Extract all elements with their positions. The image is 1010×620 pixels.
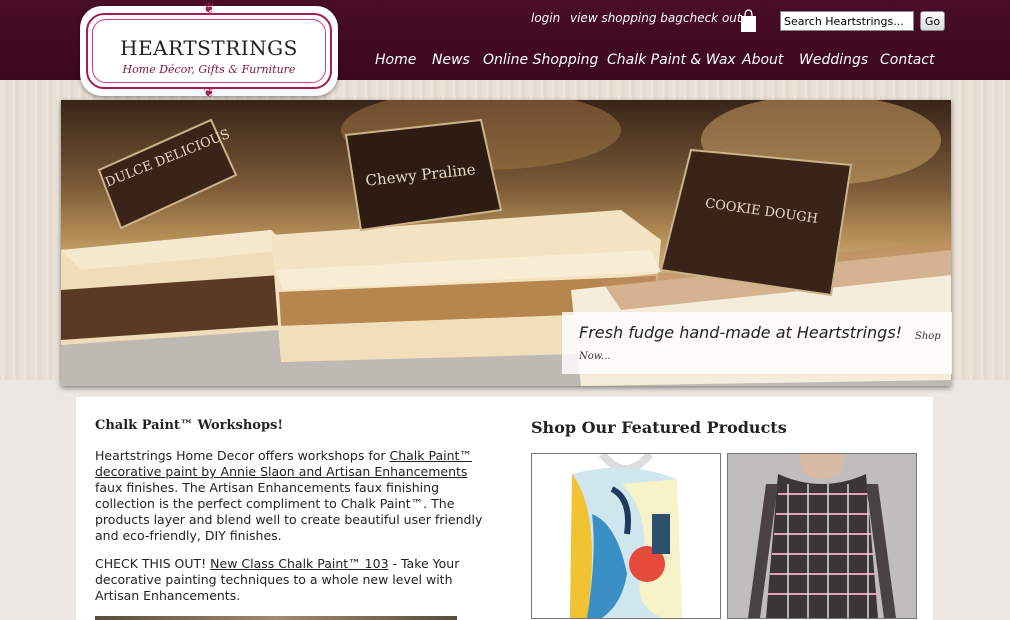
- search-input[interactable]: [780, 11, 914, 31]
- logo-ornament-bottom-icon: ❦: [203, 85, 215, 101]
- nav-news[interactable]: News: [432, 52, 470, 68]
- nav-chalk-paint-wax[interactable]: Chalk Paint & Wax: [607, 52, 736, 68]
- nav-contact[interactable]: Contact: [880, 52, 934, 68]
- nav-about[interactable]: About: [742, 52, 783, 68]
- logo-subtitle: Home Décor, Gifts & Furniture: [122, 63, 296, 76]
- check-out-link[interactable]: check out: [683, 11, 742, 25]
- view-shopping-bag-link[interactable]: view shopping bag: [570, 11, 683, 25]
- nav-home[interactable]: Home: [375, 52, 416, 68]
- sign-cookie-dough: COOKIE DOUGH: [659, 148, 853, 297]
- workshop-image: [95, 616, 457, 620]
- site-logo[interactable]: ❦ HEARTSTRINGS Home Décor, Gifts & Furni…: [80, 2, 338, 100]
- new-class-link[interactable]: New Class Chalk Paint™ 103: [210, 556, 388, 571]
- featured-products-title: Shop Our Featured Products: [531, 418, 787, 437]
- featured-product-top[interactable]: [727, 453, 917, 619]
- shop-now-text[interactable]: Shop Now...: [579, 331, 941, 362]
- shopping-bag-icon[interactable]: [740, 8, 757, 33]
- shop-now-link[interactable]: Shop Now...: [579, 327, 951, 367]
- class-announcement: CHECK THIS OUT! New Class Chalk Paint™ 1…: [95, 556, 460, 603]
- printed-scarf-image: [532, 454, 720, 618]
- workshop-title: Chalk Paint™ Workshops!: [95, 418, 284, 433]
- nav-online-shopping[interactable]: Online Shopping: [483, 52, 598, 68]
- logo-ornament-icon: ❦: [203, 1, 215, 17]
- sign-chewy-praline: Chewy Praline: [344, 118, 503, 232]
- sign-dulce-delicious: DULCE DELICIOUS: [97, 118, 238, 230]
- login-link[interactable]: login: [531, 11, 560, 25]
- nav-weddings[interactable]: Weddings: [799, 52, 868, 68]
- search-go-button[interactable]: Go: [920, 11, 945, 31]
- crochet-top-image: [728, 454, 916, 618]
- featured-product-scarf[interactable]: [531, 453, 721, 619]
- workshop-paragraph: Heartstrings Home Decor offers workshops…: [95, 448, 483, 543]
- logo-title: HEARTSTRINGS: [120, 36, 298, 60]
